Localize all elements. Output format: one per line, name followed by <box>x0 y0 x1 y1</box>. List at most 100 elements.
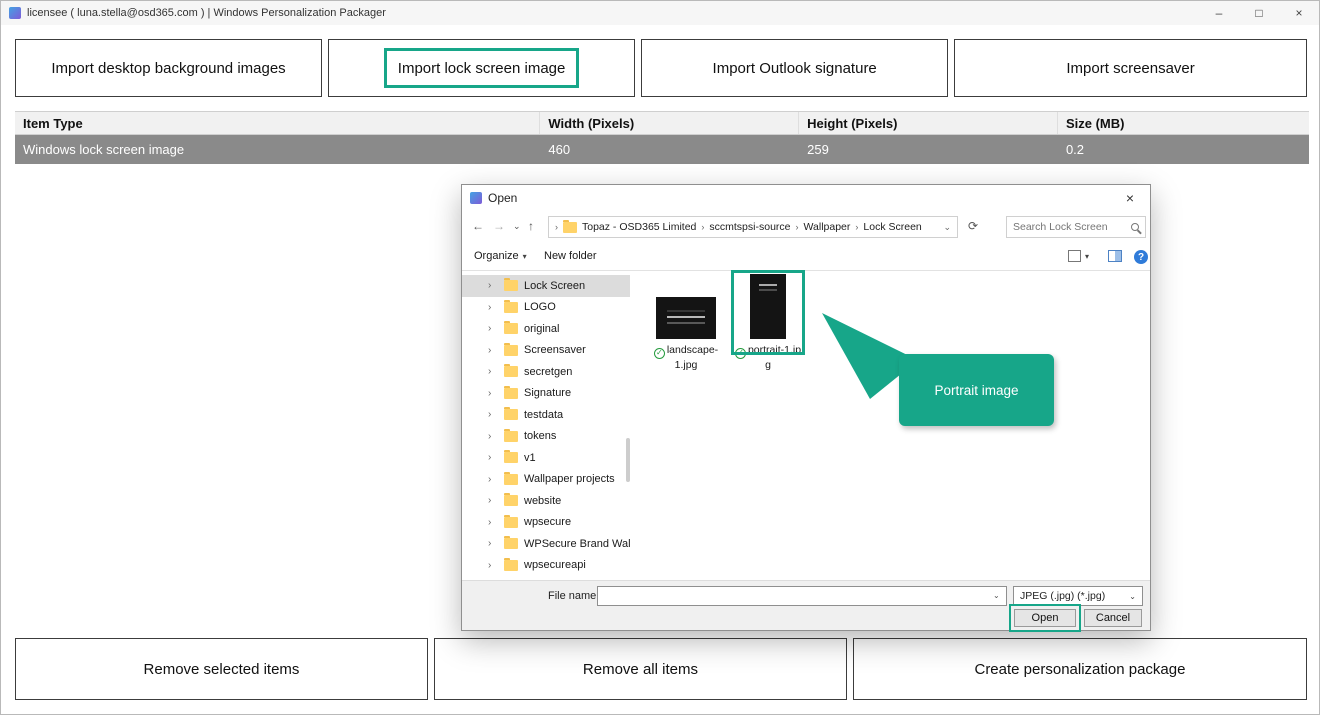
open-button[interactable]: Open <box>1014 609 1076 627</box>
remove-all-label: Remove all items <box>583 661 698 678</box>
tree-item-label: Signature <box>524 387 571 399</box>
file-type-select[interactable]: JPEG (.jpg) (*.jpg) ⌄ <box>1013 586 1143 606</box>
file-item-portrait[interactable]: ✓portrait-1.jpg <box>734 272 802 372</box>
chevron-right-icon[interactable]: › <box>488 560 498 571</box>
app-window: licensee ( luna.stella@osd365.com ) | Wi… <box>0 0 1320 715</box>
tree-item-wpsecure[interactable]: › wpsecure <box>462 512 630 534</box>
tree-item-label: tokens <box>524 430 556 442</box>
address-dropdown-icon[interactable]: ⌄ <box>943 222 951 233</box>
breadcrumb-segment-3[interactable]: Lock Screen <box>863 221 921 233</box>
chevron-right-icon[interactable]: › <box>488 474 498 485</box>
tree-item-label: wpsecure <box>524 516 571 528</box>
tree-item-v1[interactable]: › v1 <box>462 447 630 469</box>
tree-item-label: Lock Screen <box>524 280 585 292</box>
folder-icon <box>504 431 518 442</box>
folder-icon <box>504 345 518 356</box>
breadcrumb-segment-2[interactable]: Wallpaper <box>804 221 851 233</box>
view-options-icon[interactable]: ▾ <box>1068 250 1089 262</box>
tree-item-lock-screen[interactable]: › Lock Screen <box>462 275 630 297</box>
tree-item-secretgen[interactable]: › secretgen <box>462 361 630 383</box>
callout-label: Portrait image <box>934 383 1018 398</box>
history-chevron-icon[interactable]: ⌄ <box>513 221 521 232</box>
folder-icon <box>504 517 518 528</box>
folder-icon <box>504 538 518 549</box>
dialog-navbar: ← → ⌄ ↑ › Topaz - OSD365 Limited › sccmt… <box>462 211 1150 243</box>
back-icon[interactable]: ← <box>472 219 484 233</box>
folder-icon <box>504 495 518 506</box>
maximize-button[interactable]: □ <box>1239 1 1279 25</box>
chevron-right-icon[interactable]: › <box>488 302 498 313</box>
chevron-right-icon[interactable]: › <box>488 452 498 463</box>
forward-icon[interactable]: → <box>493 219 505 233</box>
search-box <box>1006 216 1146 238</box>
tree-item-wpsecure-brand-wallpapers[interactable]: › WPSecure Brand Wallpapers <box>462 533 630 555</box>
header-item-type: Item Type <box>15 112 540 134</box>
file-name-input[interactable] <box>597 586 1007 606</box>
import-screensaver-label: Import screensaver <box>1066 60 1194 77</box>
cell-item-type: Windows lock screen image <box>15 135 540 164</box>
tree-item-wallpaper-projects[interactable]: › Wallpaper projects <box>462 469 630 491</box>
tree-item-website[interactable]: › website <box>462 490 630 512</box>
organize-button[interactable]: Organize ▾ <box>474 250 527 262</box>
open-dialog: Open × ← → ⌄ ↑ › Topaz - OSD365 Limited … <box>461 184 1151 631</box>
sync-check-icon: ✓ <box>735 348 746 359</box>
import-outlook-signature-label: Import Outlook signature <box>713 60 877 77</box>
file-name-label: portrait-1.jpg <box>748 344 801 371</box>
chevron-right-icon[interactable]: › <box>488 388 498 399</box>
tree-item-original[interactable]: › original <box>462 318 630 340</box>
organize-caret-icon: ▾ <box>523 252 527 261</box>
search-input[interactable] <box>1013 221 1131 233</box>
import-lock-screen-button[interactable]: Import lock screen image <box>328 39 635 97</box>
chevron-right-icon[interactable]: › <box>488 409 498 420</box>
chevron-right-icon[interactable]: › <box>488 366 498 377</box>
tree-item-label: wpsecureapi <box>524 559 586 571</box>
tree-item-logo[interactable]: › LOGO <box>462 297 630 319</box>
help-icon[interactable]: ? <box>1134 250 1148 264</box>
chevron-right-icon[interactable]: › <box>488 431 498 442</box>
file-name-label: landscape-1.jpg <box>667 344 718 371</box>
import-outlook-signature-button[interactable]: Import Outlook signature <box>641 39 948 97</box>
preview-pane-icon[interactable] <box>1108 250 1122 262</box>
chevron-right-icon[interactable]: › <box>488 517 498 528</box>
breadcrumb-separator-icon: › <box>796 222 799 232</box>
close-button[interactable]: × <box>1279 1 1319 25</box>
tree-item-tokens[interactable]: › tokens <box>462 426 630 448</box>
chevron-right-icon[interactable]: › <box>488 280 498 291</box>
file-item-landscape[interactable]: ✓landscape-1.jpg <box>652 272 720 372</box>
refresh-icon[interactable]: ⟳ <box>968 219 978 233</box>
tree-item-signature[interactable]: › Signature <box>462 383 630 405</box>
folder-icon <box>504 323 518 334</box>
breadcrumb[interactable]: › Topaz - OSD365 Limited › sccmtspsi-sou… <box>548 216 958 238</box>
tree-item-screensaver[interactable]: › Screensaver <box>462 340 630 362</box>
import-desktop-background-button[interactable]: Import desktop background images <box>15 39 322 97</box>
table-row[interactable]: Windows lock screen image 460 259 0.2 <box>15 135 1309 164</box>
chevron-right-icon[interactable]: › <box>488 345 498 356</box>
breadcrumb-segment-0[interactable]: Topaz - OSD365 Limited <box>582 221 696 233</box>
tree-item-testdata[interactable]: › testdata <box>462 404 630 426</box>
dialog-titlebar: Open × <box>462 185 1150 211</box>
folder-tree: › Lock Screen › LOGO › original › Screen… <box>462 272 630 580</box>
tree-item-wpsecureapi[interactable]: › wpsecureapi <box>462 555 630 577</box>
breadcrumb-segment-1[interactable]: sccmtspsi-source <box>709 221 790 233</box>
folder-icon <box>504 409 518 420</box>
tree-item-label: website <box>524 495 561 507</box>
header-size: Size (MB) <box>1058 112 1309 134</box>
tree-item-label: WPSecure Brand Wallpapers <box>524 538 630 550</box>
remove-all-button[interactable]: Remove all items <box>434 638 847 700</box>
header-height: Height (Pixels) <box>799 112 1058 134</box>
minimize-button[interactable]: – <box>1199 1 1239 25</box>
dialog-close-icon[interactable]: × <box>1110 185 1150 211</box>
import-screensaver-button[interactable]: Import screensaver <box>954 39 1307 97</box>
folder-icon <box>504 280 518 291</box>
cell-size: 0.2 <box>1058 135 1309 164</box>
new-folder-button[interactable]: New folder <box>544 250 597 262</box>
create-package-button[interactable]: Create personalization package <box>853 638 1307 700</box>
up-icon[interactable]: ↑ <box>528 219 534 233</box>
breadcrumb-separator-icon: › <box>855 222 858 232</box>
tree-item-label: testdata <box>524 409 563 421</box>
chevron-right-icon[interactable]: › <box>488 323 498 334</box>
remove-selected-button[interactable]: Remove selected items <box>15 638 428 700</box>
cancel-button[interactable]: Cancel <box>1084 609 1142 627</box>
chevron-right-icon[interactable]: › <box>488 495 498 506</box>
chevron-right-icon[interactable]: › <box>488 538 498 549</box>
